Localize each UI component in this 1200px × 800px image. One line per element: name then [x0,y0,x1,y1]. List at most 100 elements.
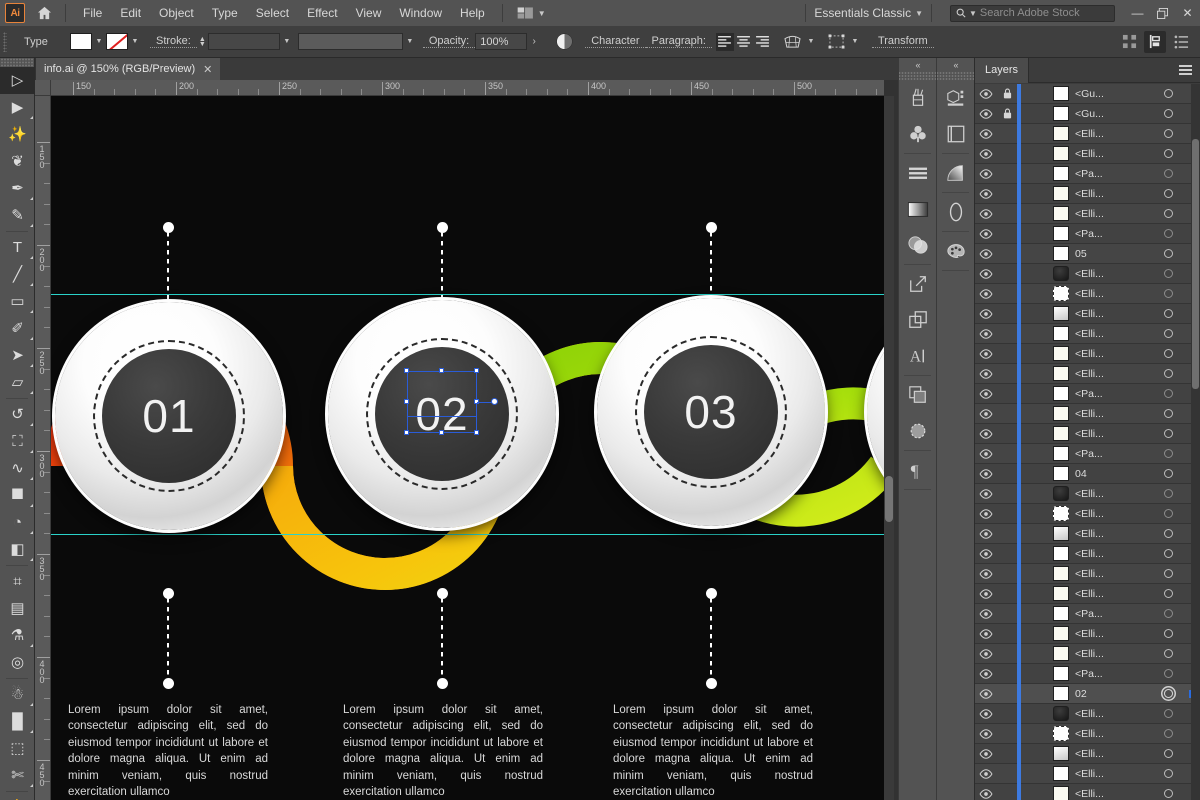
layer-name[interactable]: <Gu... [1069,88,1151,100]
shaper-tool[interactable]: ➤ [0,342,35,369]
layer-target-circle-icon[interactable] [1151,589,1185,598]
menu-item-file[interactable]: File [74,2,111,24]
eye-icon[interactable] [975,328,997,339]
layer-row[interactable]: <Elli... [975,723,1200,744]
stroke-weight-input[interactable] [207,33,280,50]
layer-target-circle-icon[interactable] [1151,469,1185,478]
eyedropper-tool[interactable]: ⚗ [0,622,35,649]
layer-name[interactable]: <Elli... [1069,408,1151,420]
menu-item-effect[interactable]: Effect [298,2,346,24]
layer-name[interactable]: <Elli... [1069,288,1151,300]
mesh-tool[interactable]: ⌗ [0,568,35,595]
eye-icon[interactable] [975,508,997,519]
tool-flyout-triangle-icon[interactable] [30,558,33,561]
layer-name[interactable]: <Elli... [1069,748,1151,760]
tool-flyout-triangle-icon[interactable] [30,197,33,200]
magic-wand-tool[interactable]: ✨ [0,121,35,148]
eye-icon[interactable] [975,528,997,539]
layer-target-circle-icon[interactable] [1151,549,1185,558]
layer-name[interactable]: <Elli... [1069,208,1151,220]
symbol-sprayer-tool[interactable]: ☃ [0,681,35,708]
layer-target-circle-icon[interactable] [1151,389,1185,398]
tool-flyout-triangle-icon[interactable] [30,310,33,313]
layer-name[interactable]: <Elli... [1069,648,1151,660]
transparency-panel-icon[interactable] [899,227,937,263]
tool-flyout-triangle-icon[interactable] [30,423,33,426]
layer-row[interactable]: <Elli... [975,183,1200,204]
fill-swatch[interactable] [70,33,92,50]
3d-panel-icon[interactable] [937,80,975,116]
eye-icon[interactable] [975,728,997,739]
fill-dropdown-chevron-icon[interactable]: ▼ [92,33,106,50]
export-panel-icon[interactable] [899,266,937,302]
layer-target-circle-icon[interactable] [1151,149,1185,158]
layer-target-circle-icon[interactable] [1151,729,1185,738]
gradient2-panel-icon[interactable] [937,155,975,191]
tool-flyout-triangle-icon[interactable] [30,644,33,647]
arrange-panel-icon[interactable] [1144,30,1166,53]
badge-04[interactable]: 04 [867,298,884,526]
line-segment-tool[interactable]: ╱ [0,261,35,288]
layer-row[interactable]: 04 [975,463,1200,484]
layer-row[interactable]: <Elli... [975,303,1200,324]
layer-target-circle-icon[interactable] [1151,349,1185,358]
layer-name[interactable]: <Pa... [1069,448,1151,460]
menu-item-help[interactable]: Help [451,2,494,24]
layer-row[interactable]: <Elli... [975,283,1200,304]
eye-icon[interactable] [975,308,997,319]
eye-icon[interactable] [975,268,997,279]
menu-item-view[interactable]: View [347,2,391,24]
eye-icon[interactable] [975,648,997,659]
pen-tool[interactable]: ✒ [0,175,35,202]
transform-panel-icon[interactable] [899,413,937,449]
eye-icon[interactable] [975,228,997,239]
layer-row[interactable]: <Elli... [975,403,1200,424]
document-tab[interactable]: info.ai @ 150% (RGB/Preview) ✕ [36,58,221,80]
eye-icon[interactable] [975,388,997,399]
layer-row[interactable]: <Gu... [975,84,1200,104]
layer-row[interactable]: <Elli... [975,263,1200,284]
envelope-chevron-icon[interactable]: ▼ [804,33,818,50]
selection-handle-se[interactable] [474,430,479,435]
layer-name[interactable]: 02 [1069,688,1151,700]
menu-item-select[interactable]: Select [247,2,298,24]
description-text-2[interactable]: Lorem ipsum dolor sit amet, consectetur … [343,702,543,800]
slice-tool[interactable]: ✄ [0,762,35,789]
type-tool[interactable]: T [0,234,35,261]
eye-icon[interactable] [975,168,997,179]
align-center-button[interactable] [734,32,753,51]
stroke-weight-chevron-icon[interactable]: ▼ [280,33,294,50]
description-text-3[interactable]: Lorem ipsum dolor sit amet, consectetur … [613,702,813,800]
paintbrush-tool[interactable]: ✐ [0,315,35,342]
eye-icon[interactable] [975,348,997,359]
stroke-dropdown-chevron-icon[interactable]: ▼ [128,33,142,50]
opacity-label[interactable]: Opacity: [422,35,476,48]
eye-icon[interactable] [975,748,997,759]
collapse-rail-primary[interactable]: « [899,58,936,72]
tool-flyout-triangle-icon[interactable] [30,364,33,367]
layer-row[interactable]: <Elli... [975,563,1200,584]
rail-grip[interactable] [899,72,936,80]
eye-icon[interactable] [975,368,997,379]
layer-row[interactable]: <Pa... [975,603,1200,624]
layer-row[interactable]: 02 [975,683,1200,704]
canvas-scroll-thumb[interactable] [885,476,893,522]
layer-target-circle-icon[interactable] [1151,449,1185,458]
layer-name[interactable]: <Elli... [1069,568,1151,580]
tool-flyout-triangle-icon[interactable] [30,256,33,259]
layers-list[interactable]: <Gu... <Gu... <Elli... <Elli... <Pa... <Elli.… [975,84,1200,800]
layer-name[interactable]: <Pa... [1069,388,1151,400]
layer-target-circle-icon[interactable] [1151,309,1185,318]
eye-icon[interactable] [975,548,997,559]
paragraph-panel-link[interactable]: Paragraph: [645,35,712,48]
column-graph-tool[interactable]: █ [0,708,35,735]
layer-target-circle-icon[interactable] [1151,769,1185,778]
tool-flyout-triangle-icon[interactable] [30,116,33,119]
opacity-input[interactable]: 100% [475,33,528,50]
tool-flyout-triangle-icon[interactable] [30,224,33,227]
align-left-button[interactable] [715,32,734,51]
layer-row[interactable]: <Elli... [975,543,1200,564]
eye-icon[interactable] [975,468,997,479]
ruler-origin[interactable] [35,80,51,96]
layer-target-circle-icon[interactable] [1151,509,1185,518]
